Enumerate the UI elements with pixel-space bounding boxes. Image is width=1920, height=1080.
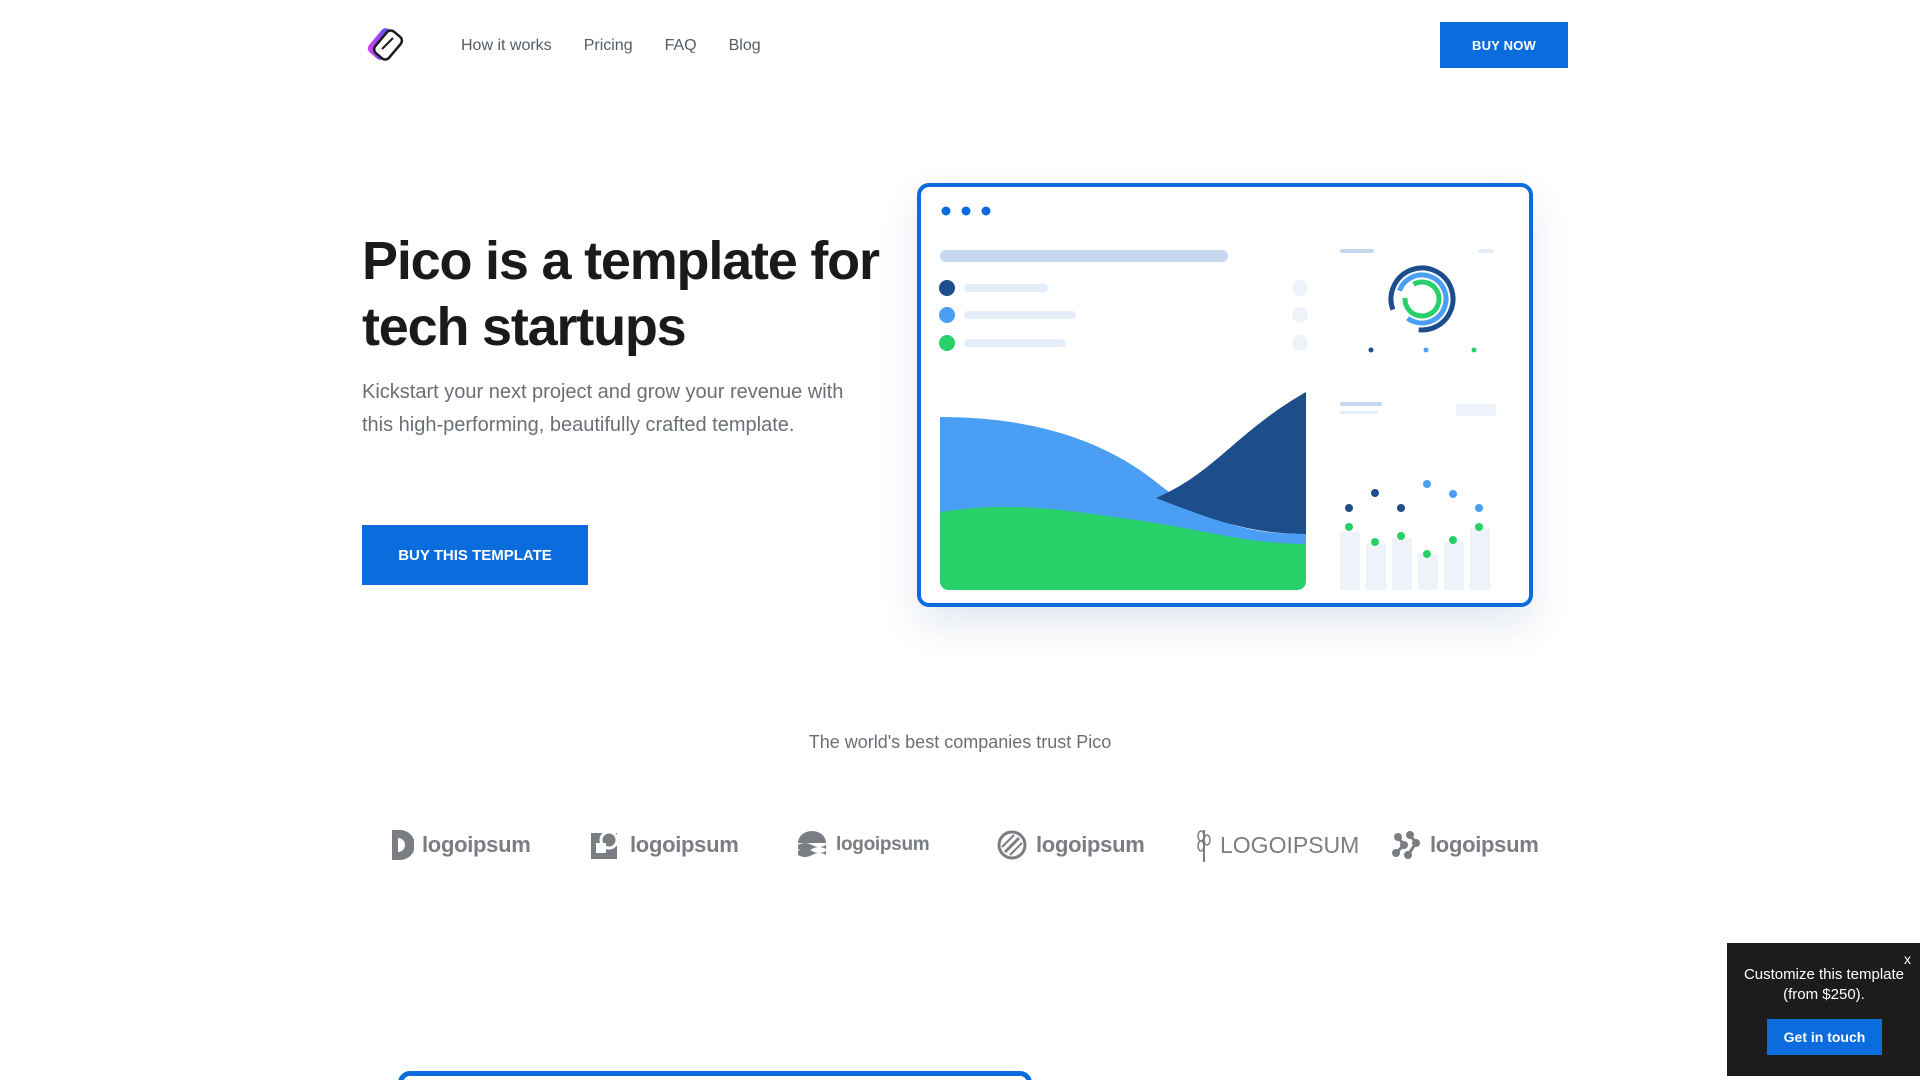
site-header: How it works Pricing FAQ Blog BUY NOW [0, 0, 1920, 92]
client-logos: logoipsum logoipsum logoipsum logoipsum [360, 820, 1570, 870]
nav-pricing[interactable]: Pricing [584, 35, 633, 57]
customize-popup: x Customize this template (from $250). G… [1727, 943, 1920, 1076]
pico-logo-icon[interactable] [364, 22, 408, 66]
wheat-icon [1197, 830, 1211, 862]
client-logo-4: logoipsum [996, 820, 1145, 870]
nav-blog[interactable]: Blog [729, 35, 761, 57]
get-in-touch-button[interactable]: Get in touch [1767, 1019, 1882, 1055]
client-logo-6: logoipsum [1390, 820, 1539, 870]
feature-card-preview [398, 1071, 1032, 1080]
client-logo-3: logoipsum [796, 820, 930, 870]
waves-icon [798, 831, 826, 857]
hero-subtitle: Kickstart your next project and grow you… [362, 381, 844, 436]
trust-heading: The world's best companies trust Pico [808, 732, 1112, 752]
client-logo-1: logoipsum [388, 820, 531, 870]
client-logo-5: LOGOIPSUM [1196, 820, 1359, 870]
half-circle-icon [392, 830, 414, 860]
popup-message: Customize this template (from $250). [1743, 966, 1905, 1003]
striped-circle-icon [997, 830, 1027, 860]
buy-template-button[interactable]: BUY THIS TEMPLATE [362, 525, 588, 585]
buy-now-button[interactable]: BUY NOW [1440, 22, 1568, 68]
dashboard-illustration [917, 183, 1533, 607]
nav-how-it-works[interactable]: How it works [461, 35, 552, 57]
square-pin-icon [591, 830, 619, 859]
main-nav: How it works Pricing FAQ Blog [461, 35, 761, 57]
nav-faq[interactable]: FAQ [665, 35, 697, 57]
hero-title: Pico is a template for tech startups [362, 231, 880, 357]
molecule-icon [1392, 831, 1420, 859]
client-logo-2: logoipsum [590, 820, 739, 870]
